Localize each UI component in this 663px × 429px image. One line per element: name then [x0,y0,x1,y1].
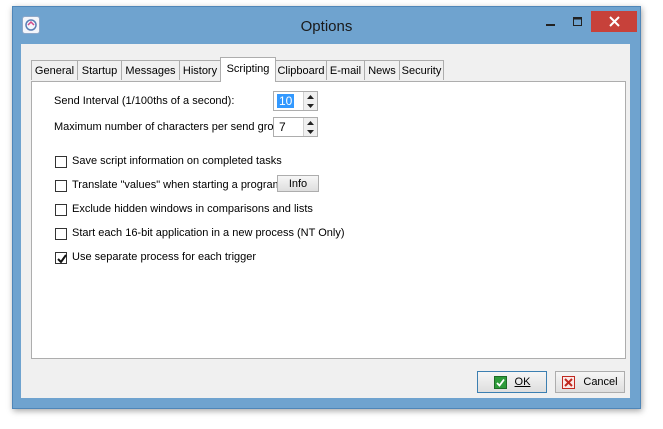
tab-news[interactable]: News [364,60,400,80]
tab-scripting[interactable]: Scripting [220,57,276,82]
tab-email[interactable]: E-mail [326,60,365,80]
tab-messages[interactable]: Messages [121,60,180,80]
red-x-icon [562,375,576,389]
send-interval-value[interactable]: 10 [277,94,295,108]
title-bar[interactable]: Options [13,7,640,43]
send-interval-spinner[interactable]: 10 [273,91,318,111]
start-16bit-checkbox[interactable] [55,228,67,240]
max-chars-spinner[interactable]: 7 [273,117,318,137]
translate-values-label: Translate "values" when starting a progr… [72,179,282,191]
max-chars-label: Maximum number of characters per send gr… [54,121,289,133]
triangle-down-icon [307,129,314,134]
minimize-icon [545,23,555,26]
triangle-down-icon [307,103,314,108]
separate-process-checkbox[interactable] [55,252,67,264]
maximize-button[interactable] [564,11,591,32]
green-check-icon [493,375,507,389]
minimize-button[interactable] [537,11,564,32]
exclude-hidden-windows-label: Exclude hidden windows in comparisons an… [72,203,313,215]
scripting-panel: Send Interval (1/100ths of a second): 10… [31,81,626,359]
cancel-button[interactable]: Cancel [555,371,625,393]
triangle-up-icon [307,120,314,125]
dialog-body: General Startup Messages History Scripti… [21,44,630,398]
tab-startup[interactable]: Startup [77,60,122,80]
info-button[interactable]: Info [277,175,319,192]
checkmark-icon [57,254,67,264]
options-window: Options General Startup Messages History… [12,6,641,409]
tab-clipboard[interactable]: Clipboard [275,60,327,80]
maximize-icon [572,16,582,26]
translate-values-checkbox[interactable] [55,180,67,192]
spin-down-button[interactable] [304,127,317,136]
send-interval-label: Send Interval (1/100ths of a second): [54,95,235,107]
exclude-hidden-windows-checkbox[interactable] [55,204,67,216]
cancel-label: Cancel [583,376,618,388]
close-button[interactable] [591,11,637,32]
tab-security[interactable]: Security [399,60,444,80]
spin-down-button[interactable] [304,101,317,110]
max-chars-value[interactable]: 7 [277,120,288,134]
close-icon [608,16,620,27]
tab-general[interactable]: General [31,60,78,80]
separate-process-label: Use separate process for each trigger [72,251,257,263]
triangle-up-icon [307,94,314,99]
ok-button[interactable]: OK [477,371,547,393]
save-script-info-label: Save script information on completed tas… [72,155,282,167]
save-script-info-checkbox[interactable] [55,156,67,168]
tab-history[interactable]: History [179,60,221,80]
ok-label: OK [514,376,531,388]
start-16bit-label: Start each 16-bit application in a new p… [72,227,345,239]
